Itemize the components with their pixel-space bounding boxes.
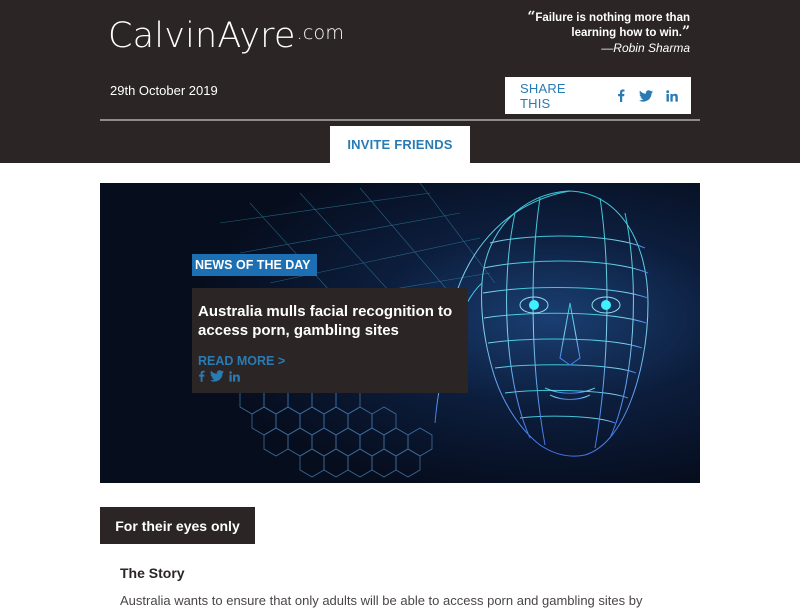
- headline-card: Australia mulls facial recognition to ac…: [192, 288, 468, 393]
- quote-text: Failure is nothing more than learning ho…: [535, 12, 690, 39]
- share-this-label: SHARE THIS: [520, 80, 566, 111]
- headline-title[interactable]: Australia mulls facial recognition to ac…: [198, 302, 463, 340]
- linkedin-icon[interactable]: [665, 89, 679, 103]
- twitter-icon[interactable]: [639, 89, 654, 103]
- quote-close-mark: ”: [681, 24, 690, 40]
- header-bar: CalvinAyre.com “Failure is nothing more …: [0, 0, 800, 163]
- headline-social-icons: [198, 370, 245, 382]
- facebook-icon[interactable]: [198, 370, 205, 382]
- issue-date: 29th October 2019: [110, 83, 218, 98]
- quote-author: —Robin Sharma: [601, 41, 690, 55]
- invite-friends-button[interactable]: INVITE FRIENDS: [330, 126, 470, 163]
- quote-block: “Failure is nothing more than learning h…: [490, 10, 690, 55]
- read-more-link[interactable]: READ MORE >: [198, 354, 285, 368]
- story-body-text: Australia wants to ensure that only adul…: [120, 593, 643, 608]
- header-divider: [100, 119, 700, 121]
- story-title: The Story: [120, 565, 185, 581]
- section-heading: For their eyes only: [100, 507, 255, 544]
- share-box: SHARE THIS: [505, 77, 691, 114]
- logo-suffix-text: .com: [296, 22, 345, 44]
- facebook-icon[interactable]: [614, 89, 628, 103]
- twitter-icon[interactable]: [210, 370, 224, 382]
- news-of-the-day-tag: NEWS OF THE DAY: [192, 254, 317, 276]
- logo-main-text: CalvinAyre: [108, 16, 296, 56]
- linkedin-icon[interactable]: [229, 370, 240, 382]
- calvinayre-logo[interactable]: CalvinAyre.com: [108, 16, 344, 56]
